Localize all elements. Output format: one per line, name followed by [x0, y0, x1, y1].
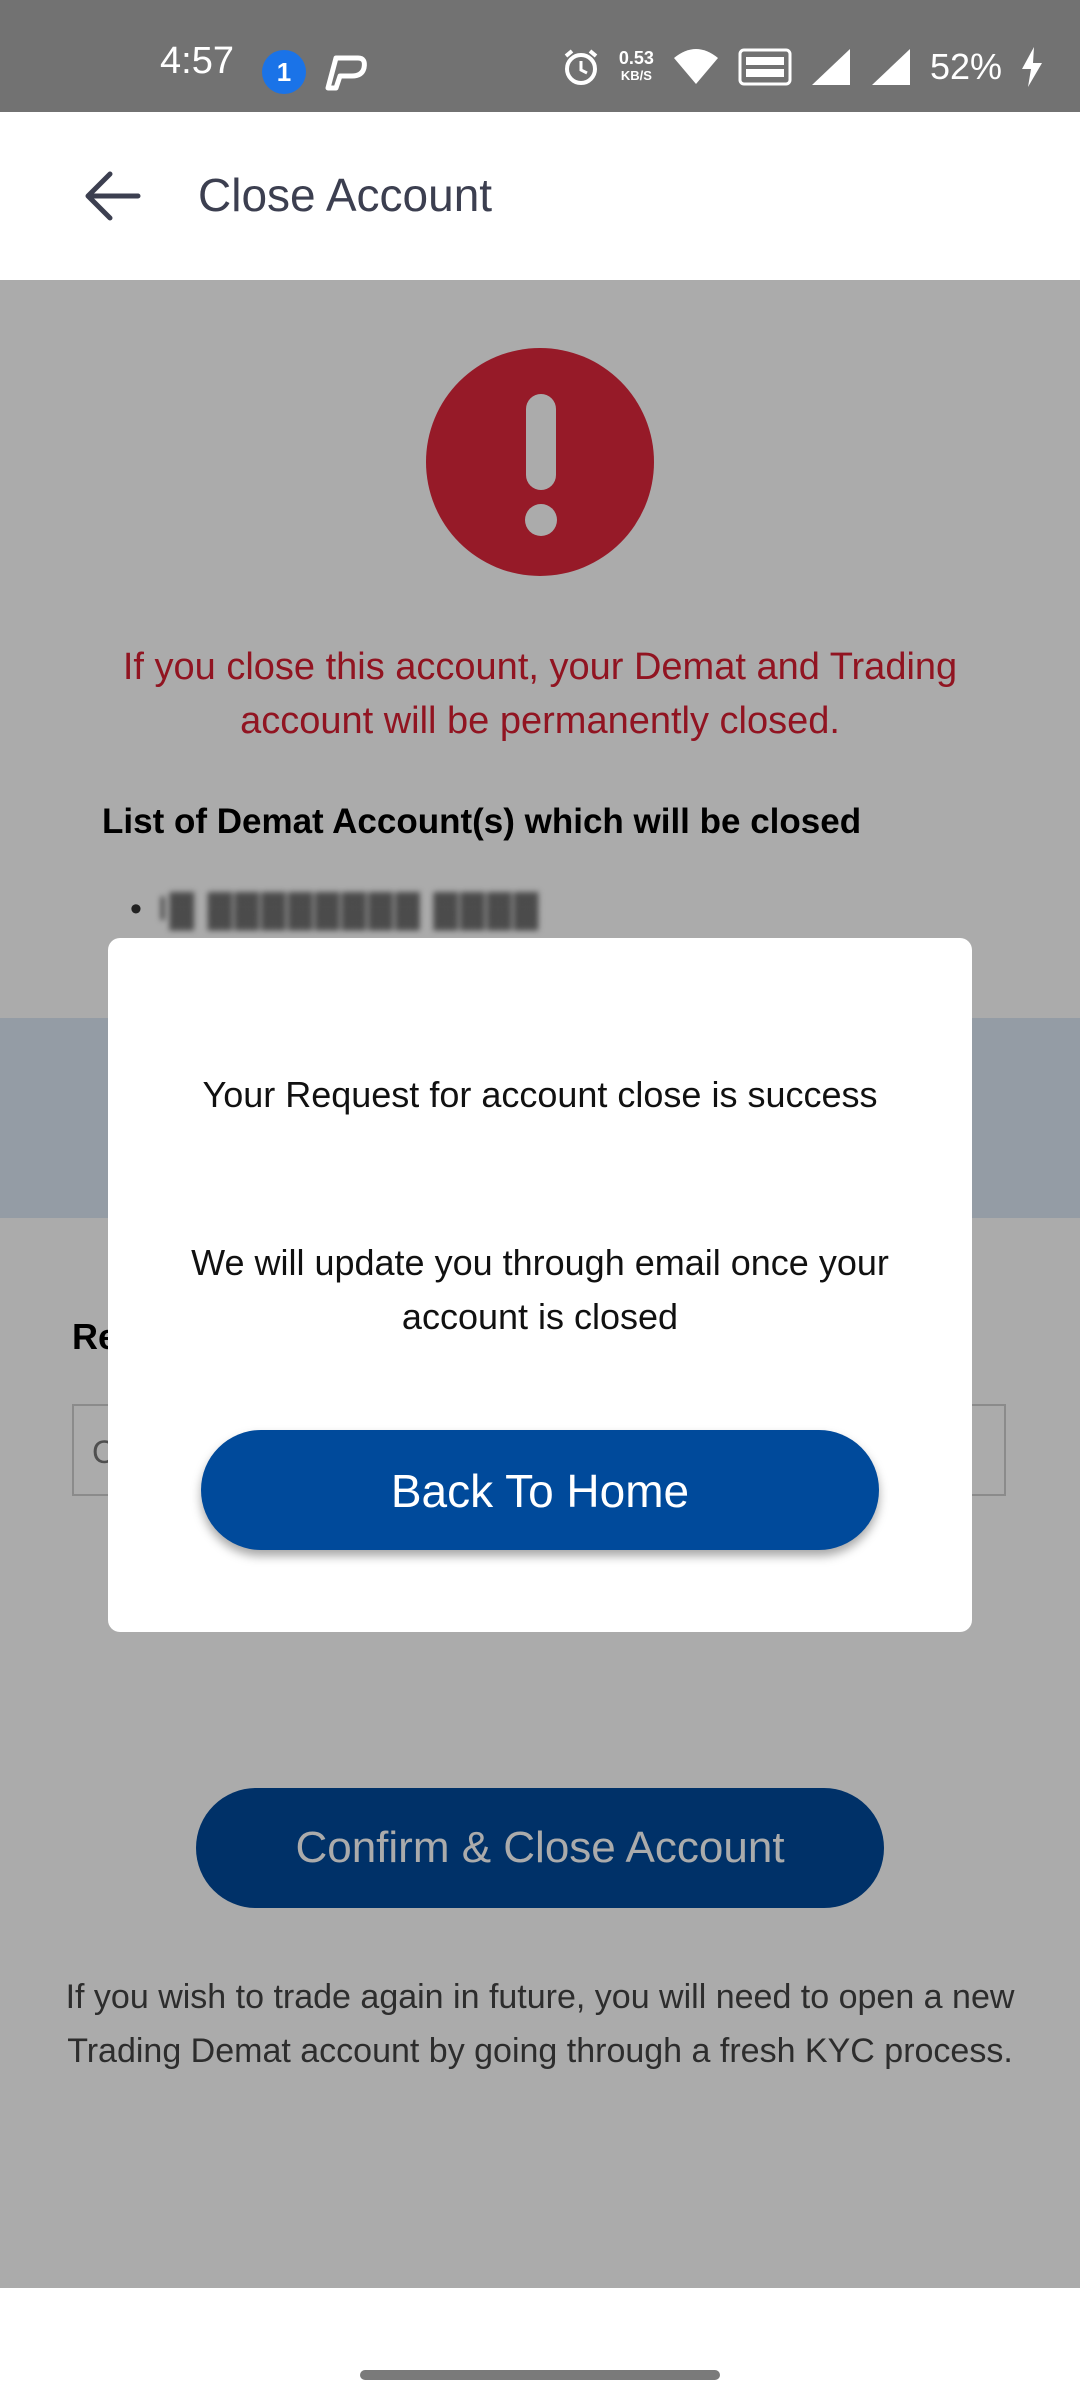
app-header: Close Account — [0, 112, 1080, 280]
notification-badge: 1 — [262, 50, 306, 94]
status-time: 4:57 — [160, 40, 234, 82]
back-arrow-icon[interactable] — [82, 170, 142, 222]
app-notification-icon — [322, 52, 368, 92]
wifi-icon — [672, 48, 720, 86]
charging-icon — [1020, 47, 1044, 87]
net-speed: 0.53 KB/S — [619, 49, 654, 85]
volte-icon — [738, 48, 792, 86]
dialog-success-message: Your Request for account close is succes… — [202, 1074, 878, 1115]
battery-percent: 52% — [929, 46, 1002, 87]
signal-icon-1 — [810, 47, 852, 87]
page-title: Close Account — [198, 169, 493, 221]
gesture-handle[interactable] — [360, 2370, 720, 2380]
dialog-email-message: We will update you through email once yo… — [191, 1242, 889, 1337]
status-icons: 0.53 KB/S 52% — [561, 42, 1044, 92]
navigation-bar — [0, 2288, 1080, 2400]
net-speed-value: 0.53 — [618, 48, 654, 68]
alarm-icon — [561, 47, 601, 87]
success-dialog: Your Request for account close is succes… — [108, 938, 972, 1632]
back-to-home-button[interactable]: Back To Home — [201, 1430, 879, 1550]
net-speed-unit: KB/S — [620, 68, 652, 83]
status-bar: 4:57 1 0.53 KB/S 52% — [0, 0, 1080, 112]
signal-icon-2 — [870, 47, 912, 87]
